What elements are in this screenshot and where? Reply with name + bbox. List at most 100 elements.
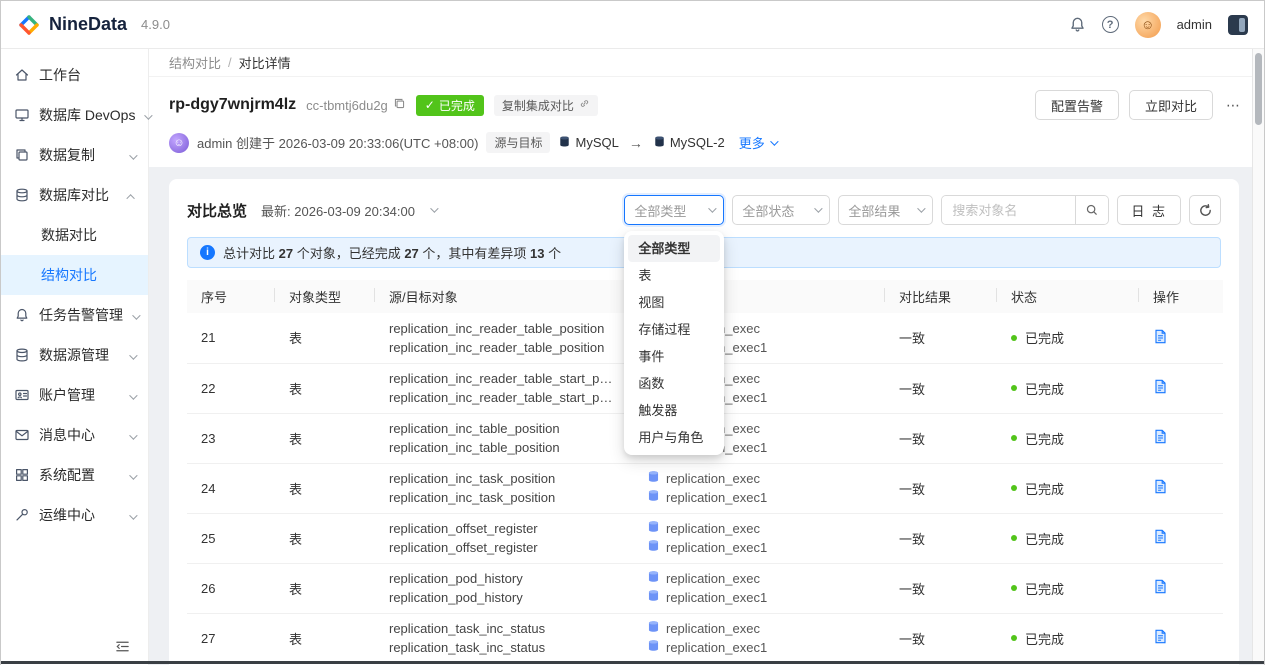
target-object: replication_task_inc_status: [389, 640, 546, 655]
sidebar-item-database-devops[interactable]: 数据库 DevOps: [1, 95, 154, 135]
sidebar-item-datasource[interactable]: 数据源管理: [1, 335, 148, 375]
sidebar-item-workbench[interactable]: 工作台: [1, 55, 148, 95]
latest-time-select[interactable]: 最新: 2026-03-09 20:34:00: [261, 201, 439, 220]
sidebar-item-system-config[interactable]: 系统配置: [1, 455, 148, 495]
row-status: 已完成: [1011, 579, 1064, 598]
refresh-icon[interactable]: [1189, 195, 1221, 225]
side-panel-icon[interactable]: [1228, 14, 1248, 35]
log-button[interactable]: 日 志: [1117, 195, 1181, 225]
target-object: replication_offset_register: [389, 540, 538, 555]
created-text: admin 创建于 2026-03-09 20:33:06(UTC +08:00…: [197, 136, 479, 151]
compare-result: 一致: [885, 563, 997, 614]
configure-alert-button[interactable]: 配置告警: [1034, 90, 1119, 120]
sidebar-item-structure-compare[interactable]: 结构对比: [1, 255, 148, 295]
dropdown-option[interactable]: 视图: [628, 289, 720, 316]
vertical-scrollbar[interactable]: [1252, 49, 1264, 664]
sidebar: 工作台 数据库 DevOps 数据复制 数据库对比 数据对比 结构对比 任务告警…: [1, 49, 154, 665]
database-icon: [647, 469, 660, 488]
row-log-icon[interactable]: [1153, 529, 1168, 544]
dropdown-option[interactable]: 表: [628, 262, 720, 289]
sidebar-item-task-alert[interactable]: 任务告警管理: [1, 295, 148, 335]
collapse-sidebar-icon[interactable]: [1, 629, 148, 665]
object-type: 表: [275, 563, 375, 614]
row-log-icon[interactable]: [1153, 429, 1168, 444]
username[interactable]: admin: [1177, 17, 1212, 32]
source-target-tag: 源与目标: [486, 132, 551, 153]
source-object: replication_inc_table_position: [389, 421, 560, 436]
mail-icon: [14, 427, 30, 443]
database-icon: [647, 488, 660, 507]
search-box: [941, 195, 1110, 225]
source-object: replication_task_inc_status: [389, 621, 546, 636]
search-input[interactable]: [942, 196, 1076, 224]
result-filter-select[interactable]: 全部结果: [838, 195, 934, 225]
target-db: replication_exec1: [647, 488, 871, 507]
sidebar-item-database-compare[interactable]: 数据库对比: [1, 175, 148, 215]
compare-now-button[interactable]: 立即对比: [1128, 90, 1213, 120]
brand-name: NineData: [49, 14, 128, 34]
row-log-icon[interactable]: [1153, 629, 1168, 644]
overview-card: 对比总览 最新: 2026-03-09 20:34:00 全部类型 全部类型 表…: [169, 179, 1239, 665]
type-filter-select[interactable]: 全部类型: [624, 195, 725, 225]
row-log-icon[interactable]: [1153, 579, 1168, 594]
brand[interactable]: NineData: [17, 13, 127, 37]
more-actions-button[interactable]: ⋯: [1223, 97, 1244, 114]
database-icon: [647, 588, 660, 607]
breadcrumb-current: 对比详情: [238, 56, 291, 71]
status-dot-icon: [1011, 485, 1017, 491]
object-type: 表: [275, 513, 375, 564]
user-avatar[interactable]: ☺: [1134, 11, 1161, 38]
breadcrumb-parent[interactable]: 结构对比: [169, 53, 221, 72]
status-badge: ✓ 已完成: [415, 94, 484, 116]
database-icon: [647, 638, 660, 657]
sidebar-item-data-compare[interactable]: 数据对比: [1, 215, 148, 255]
breadcrumb: 结构对比 / 对比详情: [149, 49, 1264, 77]
sidebar-item-message-center[interactable]: 消息中心: [1, 415, 148, 455]
row-log-icon[interactable]: [1153, 479, 1168, 494]
compare-result: 一致: [885, 363, 997, 414]
dropdown-option[interactable]: 存储过程: [628, 316, 720, 343]
row-index: 27: [187, 613, 275, 664]
type-filter-dropdown: 全部类型 表 视图 存储过程 事件 函数 触发器 用户与角色: [624, 231, 725, 455]
source-object: replication_offset_register: [389, 521, 538, 536]
dropdown-option[interactable]: 函数: [628, 370, 720, 397]
col-source-target-object: 源/目标对象: [375, 280, 633, 313]
more-link[interactable]: 更多: [739, 133, 779, 152]
sidebar-item-data-replication[interactable]: 数据复制: [1, 135, 148, 175]
chevron-down-icon: [430, 204, 439, 213]
database-icon: [14, 187, 30, 203]
wrench-icon: [14, 507, 30, 523]
dropdown-option[interactable]: 触发器: [628, 397, 720, 424]
sidebar-item-ops-center[interactable]: 运维中心: [1, 495, 148, 535]
database-icon: [647, 619, 660, 638]
help-icon[interactable]: ?: [1101, 16, 1119, 33]
chevron-down-icon: [129, 427, 138, 443]
chevron-down-icon: [917, 204, 927, 213]
row-status: 已完成: [1011, 328, 1064, 347]
dropdown-option[interactable]: 用户与角色: [628, 424, 720, 451]
status-dot-icon: [1011, 334, 1017, 341]
row-index: 22: [187, 363, 275, 414]
col-compare-result: 对比结果: [885, 280, 997, 313]
status-filter-select[interactable]: 全部状态: [732, 195, 831, 225]
notification-bell-icon[interactable]: [1069, 16, 1086, 33]
arrow-right-icon: →: [628, 134, 643, 151]
dropdown-option[interactable]: 全部类型: [628, 235, 721, 262]
row-log-icon[interactable]: [1153, 329, 1168, 344]
source-db: replication_exec: [647, 619, 871, 638]
object-type: 表: [275, 363, 375, 414]
target-object: replication_inc_reader_table_start_posit…: [389, 390, 619, 405]
search-icon[interactable]: [1075, 196, 1109, 224]
sidebar-item-account[interactable]: 账户管理: [1, 375, 148, 415]
dropdown-option[interactable]: 事件: [628, 343, 720, 370]
source-db: replication_exec: [647, 569, 871, 588]
database-icon: [558, 135, 571, 151]
database-icon: [653, 135, 666, 151]
copy-icon[interactable]: [393, 97, 406, 113]
table-row: 27 表 replication_task_inc_status replicatio…: [187, 613, 1223, 664]
link-icon[interactable]: [579, 98, 590, 112]
row-log-icon[interactable]: [1153, 379, 1168, 394]
chevron-down-icon: [708, 204, 718, 213]
source-object: replication_pod_history: [389, 571, 523, 586]
scrollbar-thumb[interactable]: [1255, 53, 1262, 125]
